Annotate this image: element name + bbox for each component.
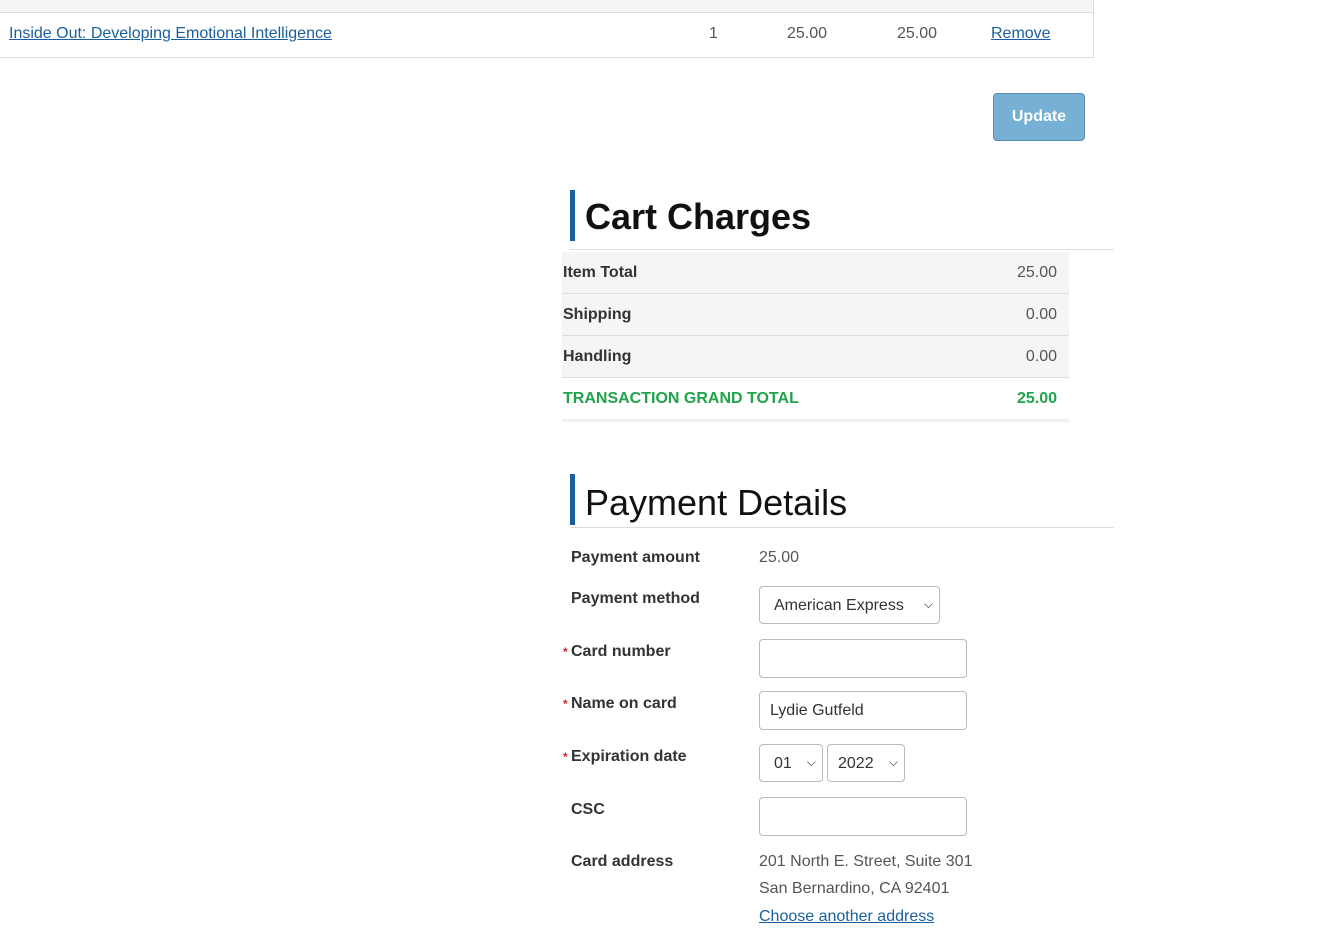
cart-charges-header: Cart Charges [570,190,1114,250]
charge-row-item-total: Item Total 25.00 [562,252,1069,294]
shipping-value: 0.00 [1025,306,1057,323]
cart-charges-table: Item Total 25.00 Shipping 0.00 Handling … [562,252,1069,422]
heading-accent-bar [570,474,575,525]
name-on-card-label: * Name on card [563,695,677,713]
payment-method-value: American Express [774,597,904,614]
remove-link[interactable]: Remove [991,25,1051,43]
required-marker: * [563,750,568,764]
payment-method-select[interactable]: American Express ⌵ [759,586,940,624]
table-row: Inside Out: Developing Emotional Intelli… [0,12,1094,58]
update-button[interactable]: Update [993,93,1085,141]
payment-amount-value: 25.00 [759,549,800,566]
choose-another-address-link[interactable]: Choose another address [759,908,934,926]
item-quantity: 1 [709,25,718,42]
handling-value: 0.00 [1025,348,1057,365]
required-marker: * [563,697,568,711]
grand-total-value: 25.00 [1016,390,1057,407]
card-number-label: * Card number [563,643,671,661]
csc-label: CSC [571,801,605,818]
item-title-link[interactable]: Inside Out: Developing Emotional Intelli… [9,25,332,43]
card-number-input[interactable] [759,639,967,678]
expiration-year-select[interactable]: 2022 ⌵ [827,744,905,782]
cart-charges-title: Cart Charges [585,196,812,237]
required-marker: * [563,645,568,659]
heading-accent-bar [570,190,575,241]
csc-input[interactable] [759,797,967,836]
handling-label: Handling [563,348,632,365]
grand-total-label: TRANSACTION GRAND TOTAL [563,390,799,407]
chevron-down-icon: ⌵ [806,755,816,769]
payment-amount-label: Payment amount [571,549,700,566]
expiration-month-value: 01 [774,755,792,772]
card-address-line2: San Bernardino, CA 92401 [759,880,950,897]
expiration-date-label-text: Expiration date [571,748,687,765]
name-on-card-label-text: Name on card [571,695,677,712]
payment-method-label: Payment method [571,590,700,607]
item-price: 25.00 [787,25,828,42]
expiration-month-select[interactable]: 01 ⌵ [759,744,823,782]
chevron-down-icon: ⌵ [888,755,898,769]
charge-row-shipping: Shipping 0.00 [562,294,1069,336]
card-number-label-text: Card number [571,643,671,660]
item-total-value: 25.00 [1016,264,1057,281]
card-address-label: Card address [571,853,674,870]
chevron-down-icon: ⌵ [923,597,933,611]
expiration-year-value: 2022 [838,755,874,772]
expiration-date-label: * Expiration date [563,748,687,766]
item-total: 25.00 [897,25,938,42]
shipping-label: Shipping [563,306,632,323]
charge-row-grand-total: TRANSACTION GRAND TOTAL 25.00 [562,378,1069,422]
charge-row-handling: Handling 0.00 [562,336,1069,378]
payment-details-title: Payment Details [585,482,848,523]
card-address-line1: 201 North E. Street, Suite 301 [759,853,973,870]
payment-details-header: Payment Details [570,474,1114,528]
item-total-label: Item Total [563,264,638,281]
name-on-card-input[interactable] [759,691,967,730]
